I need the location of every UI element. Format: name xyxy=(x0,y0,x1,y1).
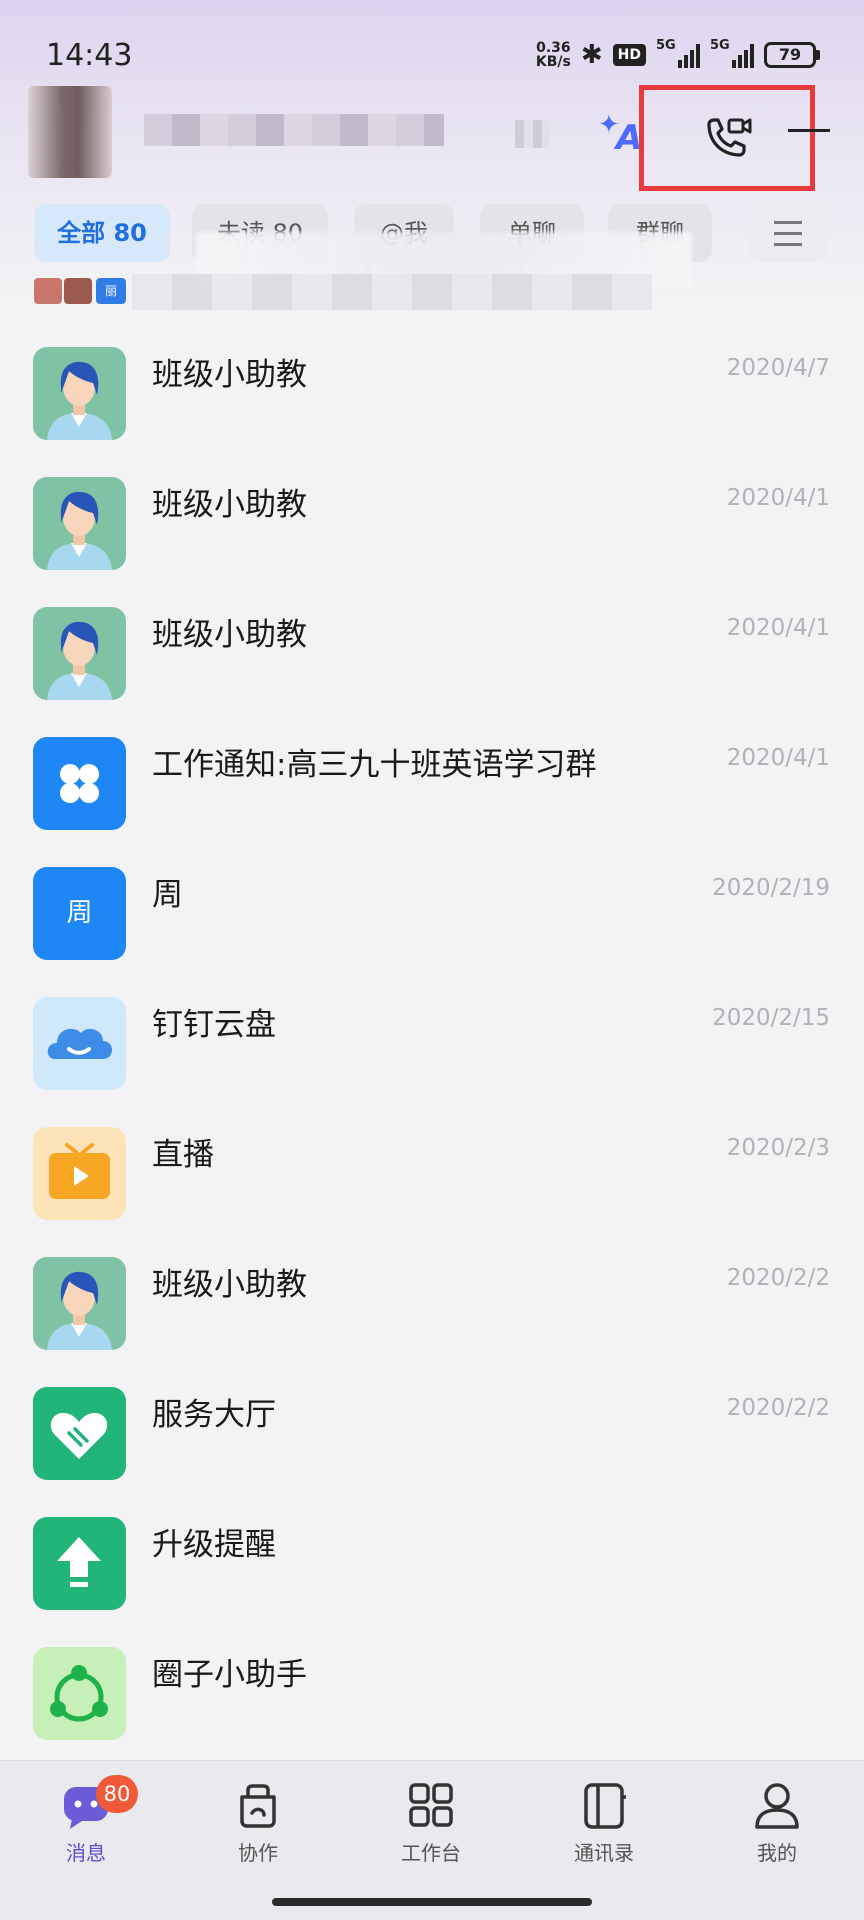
nav-label: 我的 xyxy=(757,1841,797,1865)
status-icons: 0.36 KB/s ✱ HD 5G 5G 79 xyxy=(536,38,820,72)
conversation-date: 2020/4/7 xyxy=(726,355,830,381)
grid-icon xyxy=(409,1783,453,1827)
conversation-title: 周 xyxy=(152,877,183,913)
tab-menu-button[interactable] xyxy=(750,204,826,262)
battery-level: 79 xyxy=(764,42,816,68)
battery-icon: 79 xyxy=(764,42,820,68)
plus-icon xyxy=(788,129,830,132)
nav-label: 工作台 xyxy=(401,1841,461,1865)
conversation-item[interactable]: 钉钉云盘 2020/2/15 xyxy=(0,975,864,1105)
conversation-item[interactable]: 圈子小助手 xyxy=(0,1625,864,1755)
home-indicator[interactable] xyxy=(272,1898,592,1906)
nav-workbench[interactable]: 工作台 xyxy=(371,1781,491,1881)
filter-tabs: 全部 80 未读 80 @我 单聊 群聊 xyxy=(0,204,864,288)
conversation-item[interactable]: 升级提醒 xyxy=(0,1495,864,1625)
video-call-icon xyxy=(707,118,752,157)
conversation-item[interactable]: 班级小助教 2020/4/1 xyxy=(0,585,864,715)
contacts-icon xyxy=(584,1783,626,1829)
teacher-avatar xyxy=(33,1257,126,1350)
member-avatar xyxy=(34,278,62,304)
conversation-date: 2020/2/2 xyxy=(726,1395,830,1421)
conversation-title: 班级小助教 xyxy=(152,1267,307,1303)
org-avatar-blurred[interactable] xyxy=(28,86,112,178)
hd-badge: HD xyxy=(612,44,646,66)
conversation-title: 直播 xyxy=(152,1137,214,1173)
conversation-item[interactable]: 班级小助教 2020/2/2 xyxy=(0,1235,864,1365)
status-time: 14:43 xyxy=(46,38,133,73)
conversation-date: 2020/4/1 xyxy=(726,485,830,511)
conversation-item[interactable]: 班级小助教 2020/4/1 xyxy=(0,455,864,585)
profile-icon xyxy=(755,1783,799,1829)
nav-label: 协作 xyxy=(238,1841,278,1865)
nav-contacts[interactable]: 通讯录 xyxy=(544,1781,664,1881)
plus-button[interactable] xyxy=(786,108,832,154)
org-tag-blurred xyxy=(515,120,549,148)
conversation-date: 2020/2/15 xyxy=(712,1005,830,1031)
nav-collab[interactable]: 协作 xyxy=(198,1781,318,1881)
avatar-initial: 周 xyxy=(66,898,93,928)
conversation-title: 工作通知:高三九十班英语学习群 xyxy=(152,747,597,783)
nav-messages[interactable]: 80 消息 xyxy=(26,1775,146,1881)
nav-label: 消息 xyxy=(66,1841,106,1865)
conversation-date: 2020/4/1 xyxy=(726,745,830,771)
cloud-icon xyxy=(33,997,126,1090)
menu-icon xyxy=(774,220,802,224)
service-heart-icon xyxy=(33,1387,126,1480)
teacher-avatar xyxy=(33,477,126,570)
conversation-item[interactable]: 工作通知:高三九十班英语学习群 2020/4/1 xyxy=(0,715,864,845)
network-type-label: 5G xyxy=(656,38,676,53)
collab-icon xyxy=(240,1784,276,1828)
conversation-item[interactable]: 班级小助教 2020/4/7 xyxy=(0,325,864,455)
conversation-date: 2020/2/19 xyxy=(712,875,830,901)
conversation-title: 服务大厅 xyxy=(152,1397,276,1433)
tab-all[interactable]: 全部 80 xyxy=(34,204,170,262)
signal-icon: 5G xyxy=(656,38,700,68)
live-tv-icon xyxy=(33,1127,126,1220)
work-notice-icon xyxy=(33,737,126,830)
conversation-title: 钉钉云盘 xyxy=(152,1007,276,1043)
member-avatar xyxy=(64,278,92,304)
conversation-item[interactable]: 周 周 2020/2/19 xyxy=(0,845,864,975)
text-avatar: 周 xyxy=(33,867,126,960)
org-name-blurred[interactable] xyxy=(144,114,444,146)
teacher-avatar xyxy=(33,347,126,440)
conversation-title: 升级提醒 xyxy=(152,1527,276,1563)
unread-badge: 80 xyxy=(96,1775,138,1813)
conversation-title: 圈子小助手 xyxy=(152,1657,307,1693)
pinned-preview-blurred xyxy=(132,274,652,310)
conversation-item[interactable]: 服务大厅 2020/2/2 xyxy=(0,1365,864,1495)
ai-sparkle-icon[interactable]: ✦ A xyxy=(598,110,644,158)
nav-label: 通讯录 xyxy=(574,1841,634,1865)
network-speed-unit: KB/s xyxy=(535,54,571,70)
conversation-title: 班级小助教 xyxy=(152,357,307,393)
network-type-label: 5G xyxy=(710,38,730,53)
pinned-conversation-row[interactable]: 丽 xyxy=(0,274,864,314)
conversation-date: 2020/4/1 xyxy=(726,615,830,641)
nav-profile[interactable]: 我的 xyxy=(717,1781,837,1881)
conversation-item[interactable]: 直播 2020/2/3 xyxy=(0,1105,864,1235)
conversation-title: 班级小助教 xyxy=(152,617,307,653)
conversation-date: 2020/2/2 xyxy=(726,1265,830,1291)
member-avatar: 丽 xyxy=(96,278,126,304)
app-header: ✦ A xyxy=(0,80,864,191)
bottom-nav: 80 消息 协作 工作台 通讯录 我的 xyxy=(0,1760,864,1920)
circle-network-icon xyxy=(33,1647,126,1740)
network-speed: 0.36 KB/s xyxy=(536,41,571,69)
network-speed-value: 0.36 xyxy=(536,40,571,56)
upgrade-arrow-icon xyxy=(33,1517,126,1610)
teacher-avatar xyxy=(33,607,126,700)
conversation-date: 2020/2/3 xyxy=(726,1135,830,1161)
signal-icon: 5G xyxy=(710,38,754,68)
bluetooth-icon: ✱ xyxy=(580,40,603,70)
conversation-title: 班级小助教 xyxy=(152,487,307,523)
